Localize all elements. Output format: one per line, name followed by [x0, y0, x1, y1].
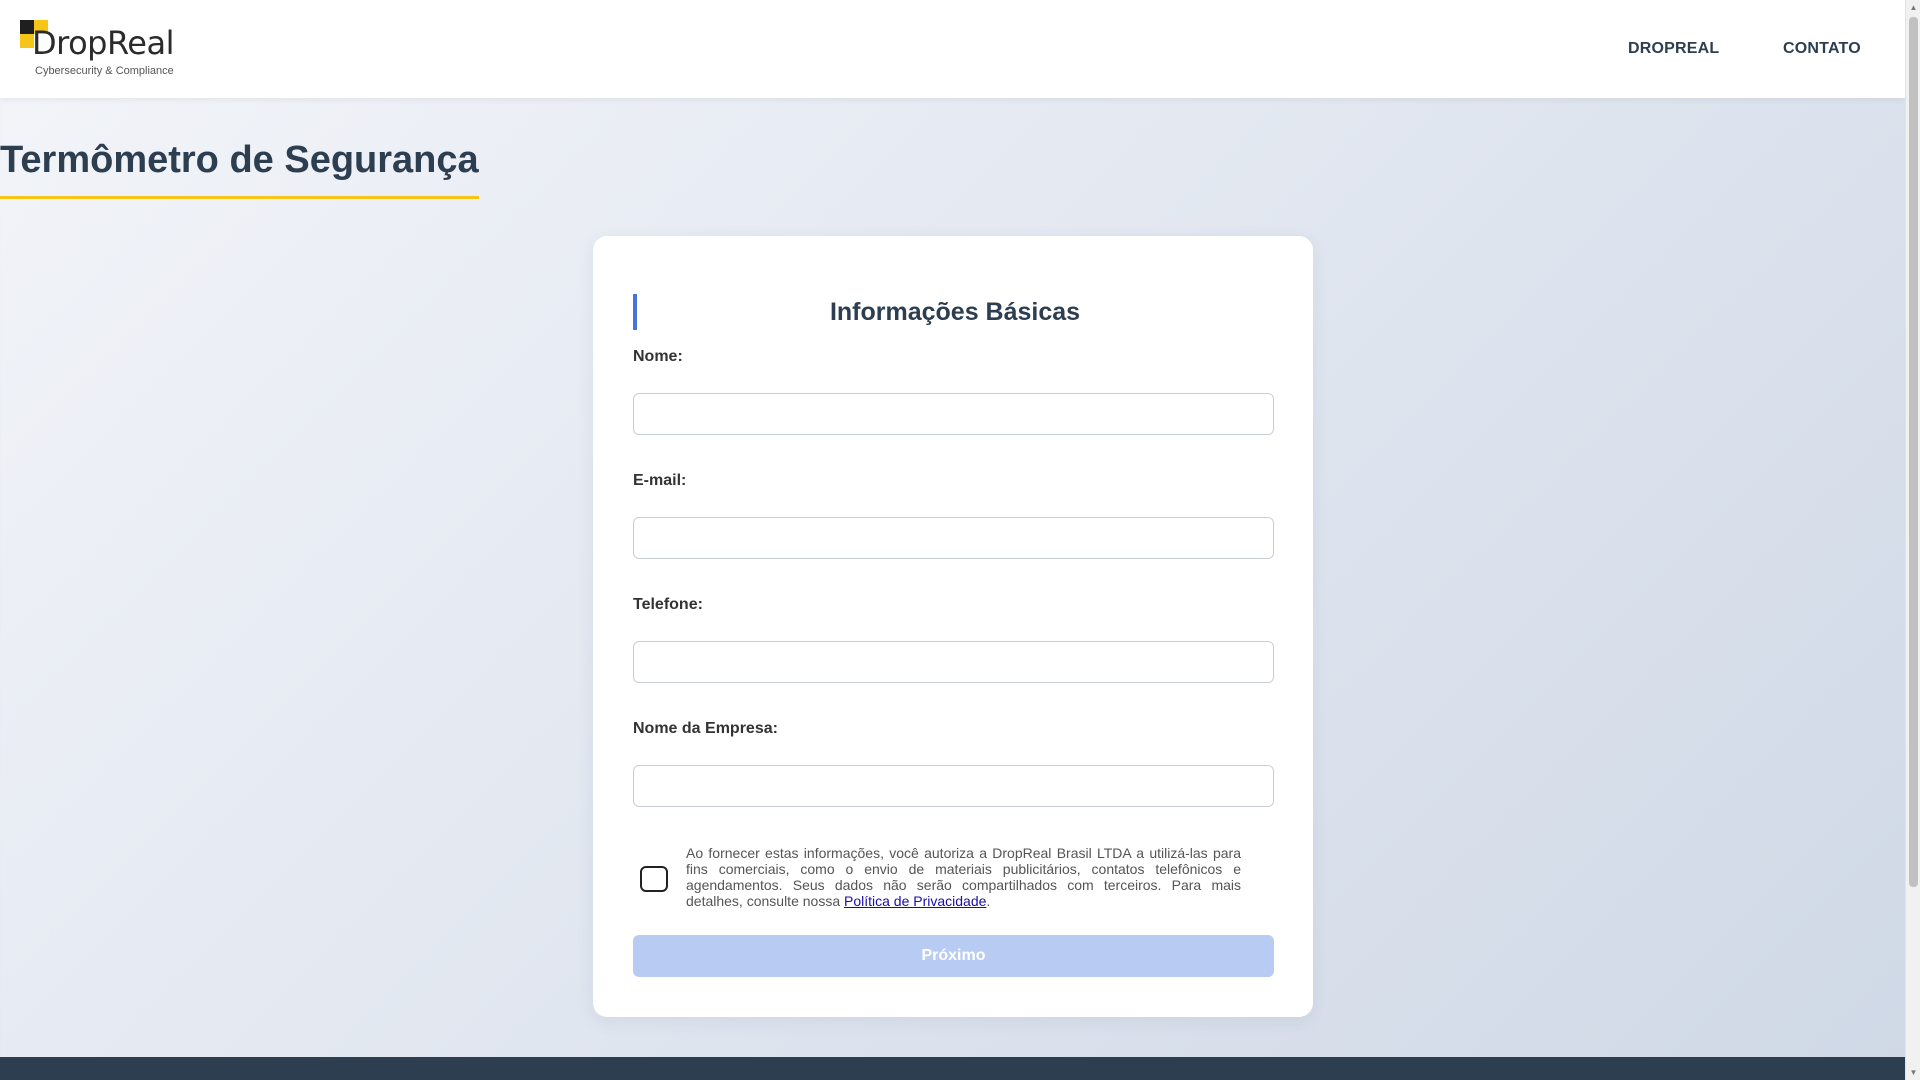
name-input[interactable]	[633, 393, 1274, 435]
privacy-policy-link[interactable]: Política de Privacidade	[844, 893, 986, 909]
site-header: DropReal Cybersecurity & Compliance DROP…	[0, 0, 1905, 98]
form-card: Informações Básicas Nome: E-mail: Telefo…	[593, 236, 1313, 1017]
consent-text-suffix: .	[986, 893, 991, 909]
site-footer	[0, 1057, 1905, 1080]
company-input[interactable]	[633, 765, 1274, 807]
scrollbar-thumb[interactable]	[1909, 17, 1918, 887]
logo-tagline: Cybersecurity & Compliance	[35, 65, 174, 77]
email-label: E-mail:	[633, 472, 687, 489]
vertical-scrollbar[interactable]: ▲ ▼	[1905, 0, 1920, 1080]
page-title: Termômetro de Segurança	[0, 139, 479, 199]
scroll-down-arrow-icon[interactable]: ▼	[1906, 1065, 1920, 1080]
consent-checkbox[interactable]	[640, 866, 668, 892]
section-title: Informações Básicas	[829, 298, 1081, 326]
next-button[interactable]: Próximo	[633, 935, 1274, 977]
phone-label: Telefone:	[633, 596, 703, 613]
scroll-up-arrow-icon[interactable]: ▲	[1906, 0, 1920, 15]
name-label: Nome:	[633, 348, 683, 365]
consent-text: Ao fornecer estas informações, você auto…	[686, 845, 1241, 909]
logo-wordmark: DropReal	[32, 24, 174, 62]
company-label: Nome da Empresa:	[633, 720, 778, 737]
dropreal-logo[interactable]: DropReal Cybersecurity & Compliance	[20, 20, 174, 80]
phone-input[interactable]	[633, 641, 1274, 683]
nav-link-dropreal[interactable]: DROPREAL	[1628, 0, 1719, 98]
nav-link-contato[interactable]: CONTATO	[1783, 0, 1861, 98]
email-input[interactable]	[633, 517, 1274, 559]
section-header: Informações Básicas	[633, 294, 1273, 330]
